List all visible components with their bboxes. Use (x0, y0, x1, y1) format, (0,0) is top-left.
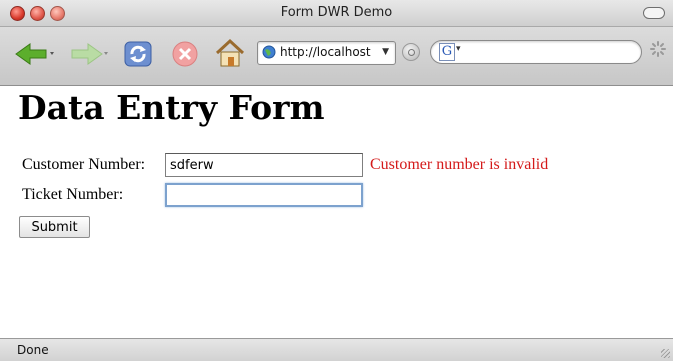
back-button[interactable] (14, 42, 56, 70)
ticket-number-input[interactable] (165, 183, 363, 207)
google-search-icon[interactable]: G (439, 43, 455, 61)
status-text: Done (17, 343, 49, 357)
page-title: Data Entry Form (18, 88, 325, 127)
stop-button[interactable] (170, 39, 200, 73)
resize-grip-icon[interactable] (661, 349, 670, 358)
window-titlebar: Form DWR Demo (0, 0, 673, 27)
forward-arrow-icon (71, 43, 108, 65)
back-arrow-icon (15, 43, 54, 65)
search-engine-dropdown-icon[interactable]: ▾ (456, 44, 461, 54)
spinner-icon (650, 41, 666, 57)
url-history-dropdown-icon[interactable]: ▼ (382, 47, 389, 57)
ticket-number-label: Ticket Number: (22, 186, 124, 203)
reload-icon (124, 41, 152, 67)
rss-icon[interactable] (402, 43, 420, 61)
customer-number-input[interactable] (165, 153, 363, 177)
url-text: http://localhost (280, 45, 371, 59)
toolbar-toggle-button[interactable] (643, 7, 665, 19)
address-bar[interactable]: http://localhost ▼ (257, 41, 396, 65)
page-content: Data Entry Form Customer Number: Custome… (0, 86, 673, 338)
stop-icon (172, 41, 198, 67)
submit-button[interactable]: Submit (19, 216, 90, 238)
home-button[interactable] (214, 37, 246, 73)
home-icon (215, 38, 245, 67)
globe-icon (262, 45, 276, 59)
customer-number-error: Customer number is invalid (370, 156, 549, 173)
navigation-toolbar: http://localhost ▼ G ▾ (0, 27, 673, 86)
status-bar: Done (0, 338, 673, 361)
forward-button[interactable] (70, 42, 110, 70)
reload-button[interactable] (122, 39, 154, 73)
search-bar[interactable]: G ▾ (430, 40, 642, 64)
customer-number-label: Customer Number: (22, 156, 146, 173)
window-title: Form DWR Demo (280, 5, 393, 20)
